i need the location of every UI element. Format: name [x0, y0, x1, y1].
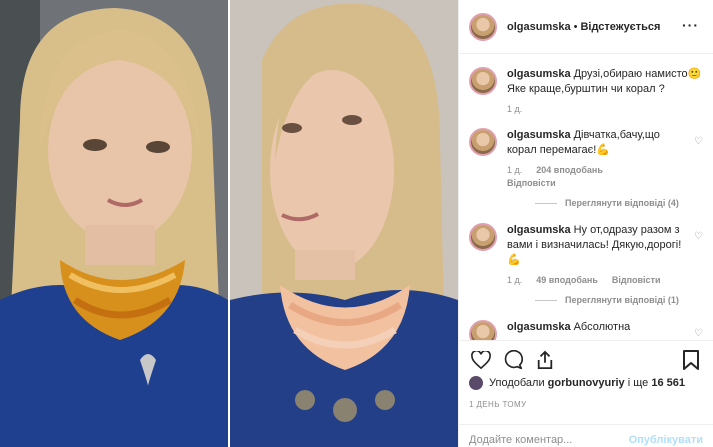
- post-photo[interactable]: [0, 0, 458, 447]
- view-replies-label: Переглянути відповіді (1): [565, 295, 679, 305]
- avatar[interactable]: [469, 67, 497, 95]
- bookmark-icon[interactable]: [679, 348, 703, 372]
- likes-count[interactable]: 16 561: [651, 377, 685, 389]
- comment-text: Абсолютна: [573, 321, 631, 333]
- follow-status-button[interactable]: Відстежується: [580, 21, 660, 33]
- avatar[interactable]: [469, 320, 497, 340]
- view-replies-button[interactable]: Переглянути відповіді (4): [535, 196, 688, 211]
- replies-divider: [535, 203, 557, 204]
- comment-username[interactable]: olgasumska: [507, 129, 571, 141]
- heart-icon[interactable]: ♡: [694, 320, 703, 340]
- comment-username[interactable]: olgasumska: [507, 224, 571, 236]
- post-header: olgasumska • Відстежується: [459, 0, 713, 54]
- comment-time[interactable]: 1 д.: [507, 165, 522, 175]
- publish-button[interactable]: Опублікувати: [629, 434, 703, 446]
- comment-body: olgasumska Дівчатка,бачу,що корал перемаг…: [507, 128, 688, 211]
- comment-item: olgasumska Дівчатка,бачу,що корал перемаг…: [469, 128, 703, 211]
- comment-meta: 1 д. 204 вподобань Відповісти: [507, 164, 688, 190]
- comment-body: olgasumska Друзі,обираю намисто🙂Яке краще…: [507, 67, 703, 116]
- likes-user[interactable]: gorbunovyuriy: [548, 377, 625, 389]
- heart-icon[interactable]: ♡: [694, 128, 703, 211]
- view-replies-button[interactable]: Переглянути відповіді (1): [535, 293, 688, 308]
- share-icon[interactable]: [533, 348, 557, 372]
- replies-divider: [535, 300, 557, 301]
- likes-summary: Уподобали gorbunovyuriy і ще 16 561: [469, 376, 703, 390]
- more-icon[interactable]: ···: [682, 18, 699, 32]
- comment-input[interactable]: Додайте коментар...: [469, 434, 572, 446]
- heart-icon[interactable]: ♡: [694, 223, 703, 308]
- comment-body: olgasumska Ну от,одразу разом з вами і ви…: [507, 223, 688, 308]
- header-username[interactable]: olgasumska: [507, 21, 571, 33]
- likes-middle: і ще: [627, 377, 649, 389]
- view-replies-label: Переглянути відповіді (4): [565, 198, 679, 208]
- likes-prefix: Уподобали: [489, 377, 545, 389]
- post-timestamp[interactable]: 1 ДЕНЬ ТОМУ: [469, 400, 527, 409]
- avatar[interactable]: [469, 223, 497, 251]
- comment-body: olgasumska Абсолютна: [507, 320, 688, 340]
- comment-meta: 1 д. 49 вподобань Відповісти: [507, 274, 688, 287]
- comment-likes[interactable]: 49 вподобань: [536, 275, 598, 285]
- avatar[interactable]: [469, 12, 497, 41]
- reply-button[interactable]: Відповісти: [507, 178, 556, 188]
- post-actions: [459, 340, 713, 378]
- add-comment-bar: Додайте коментар... Опублікувати: [459, 424, 713, 447]
- comment-time[interactable]: 1 д.: [507, 275, 522, 285]
- header-separator: •: [573, 20, 578, 33]
- comment-item: olgasumska Ну от,одразу разом з вами і ви…: [469, 223, 703, 308]
- post-sidebar: olgasumska • Відстежується olgasumska Дру…: [458, 0, 713, 447]
- avatar[interactable]: [469, 128, 497, 156]
- reply-button[interactable]: Відповісти: [612, 275, 661, 285]
- photo-illustration: [0, 0, 458, 447]
- comment-time[interactable]: 1 д.: [507, 104, 522, 114]
- comment-item: olgasumska Друзі,обираю намисто🙂Яке краще…: [469, 67, 703, 116]
- comment-item: olgasumska Абсолютна ♡: [469, 320, 703, 340]
- avatar[interactable]: [469, 376, 483, 390]
- comment-icon[interactable]: [501, 348, 525, 372]
- comment-meta: 1 д.: [507, 103, 703, 116]
- comment-username[interactable]: olgasumska: [507, 321, 571, 333]
- heart-icon[interactable]: [469, 348, 493, 372]
- comments-list[interactable]: olgasumska Друзі,обираю намисто🙂Яке краще…: [459, 55, 713, 340]
- comment-username[interactable]: olgasumska: [507, 68, 571, 80]
- comment-likes[interactable]: 204 вподобань: [536, 165, 603, 175]
